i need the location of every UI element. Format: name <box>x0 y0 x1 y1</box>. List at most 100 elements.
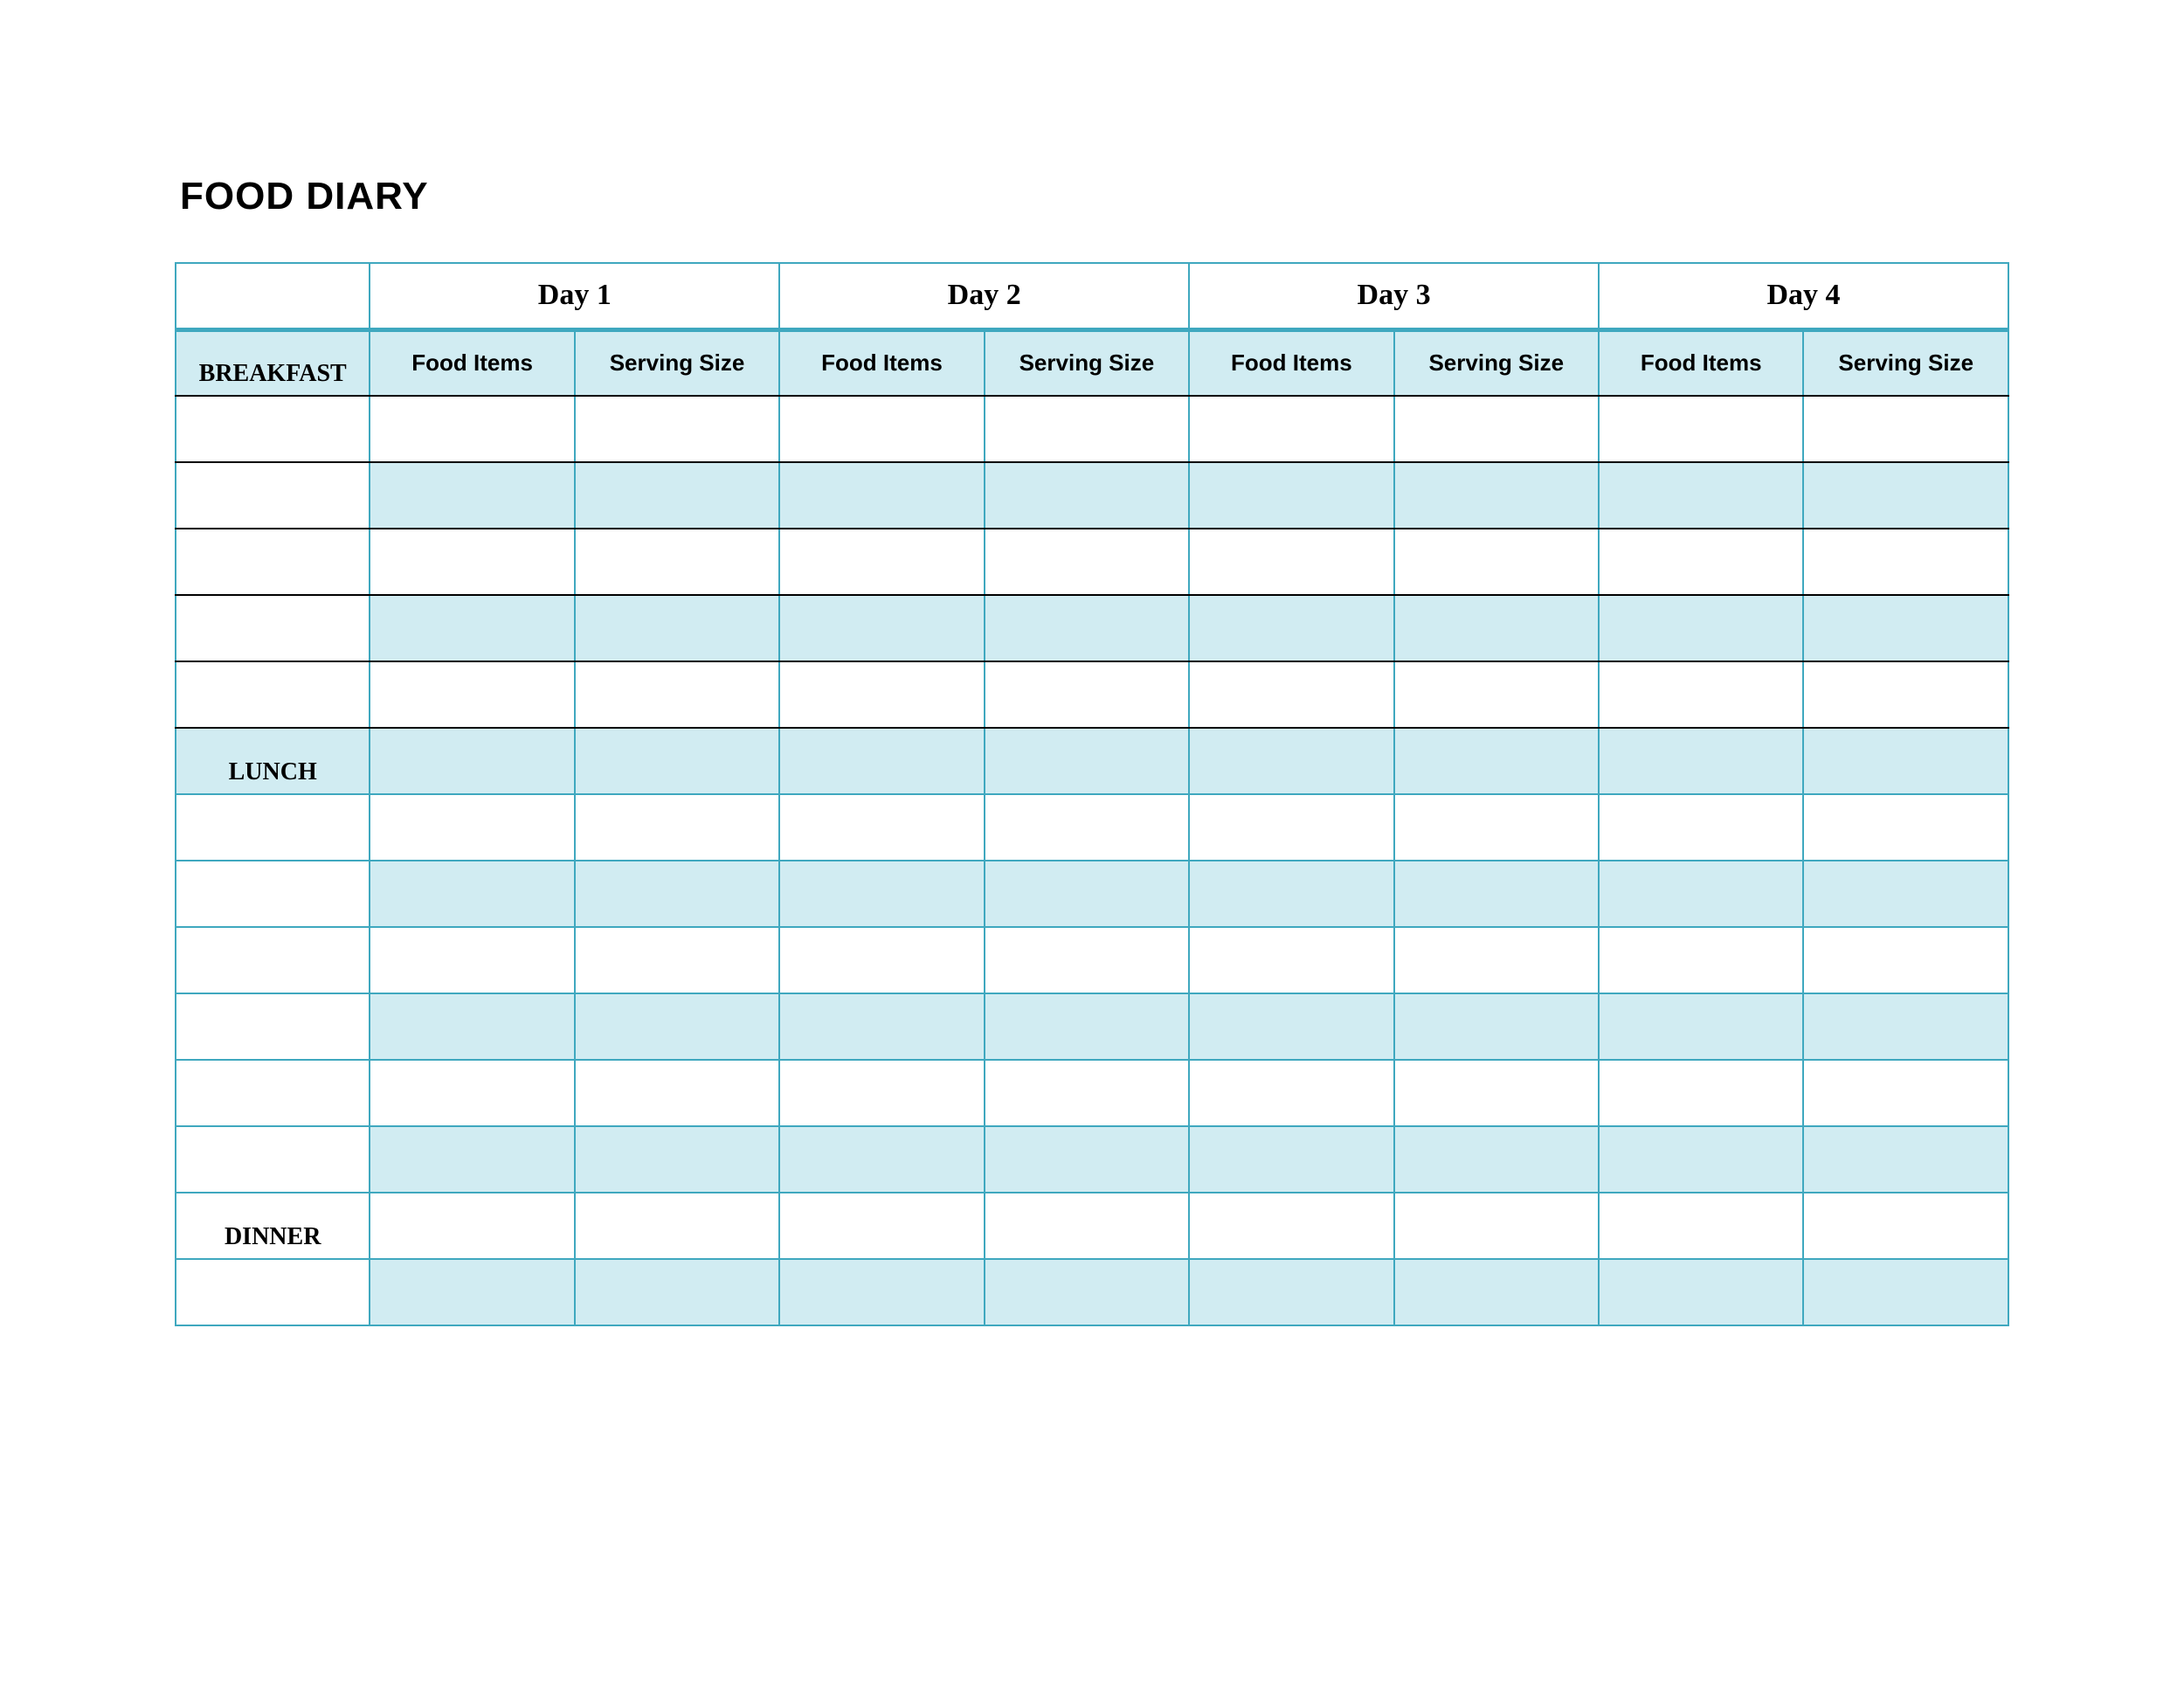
cell[interactable] <box>779 728 984 794</box>
cell[interactable] <box>1394 1193 1599 1259</box>
cell[interactable] <box>1599 794 1803 861</box>
cell[interactable] <box>779 927 984 993</box>
cell[interactable] <box>370 661 574 728</box>
cell[interactable] <box>1599 595 1803 661</box>
cell[interactable] <box>575 794 779 861</box>
cell[interactable] <box>575 1126 779 1193</box>
cell[interactable] <box>370 861 574 927</box>
cell[interactable] <box>1599 1060 1803 1126</box>
cell[interactable] <box>779 1259 984 1325</box>
cell[interactable] <box>985 728 1189 794</box>
cell[interactable] <box>1803 728 2008 794</box>
cell[interactable] <box>1599 861 1803 927</box>
cell[interactable] <box>1599 1126 1803 1193</box>
cell[interactable] <box>1599 927 1803 993</box>
cell[interactable] <box>1394 1060 1599 1126</box>
cell[interactable] <box>985 595 1189 661</box>
cell[interactable] <box>1599 462 1803 529</box>
cell[interactable] <box>985 661 1189 728</box>
cell[interactable] <box>575 1259 779 1325</box>
cell[interactable] <box>575 529 779 595</box>
cell[interactable] <box>575 462 779 529</box>
cell[interactable] <box>1189 529 1393 595</box>
cell[interactable] <box>1189 861 1393 927</box>
cell[interactable] <box>1394 1259 1599 1325</box>
cell[interactable] <box>1803 396 2008 462</box>
cell[interactable] <box>575 396 779 462</box>
cell[interactable] <box>370 927 574 993</box>
cell[interactable] <box>985 1126 1189 1193</box>
cell[interactable] <box>1394 794 1599 861</box>
cell[interactable] <box>575 661 779 728</box>
cell[interactable] <box>779 1193 984 1259</box>
cell[interactable] <box>1394 595 1599 661</box>
cell[interactable] <box>1394 728 1599 794</box>
cell[interactable] <box>1803 462 2008 529</box>
cell[interactable] <box>985 993 1189 1060</box>
cell[interactable] <box>1189 462 1393 529</box>
cell[interactable] <box>1394 529 1599 595</box>
cell[interactable] <box>370 595 574 661</box>
cell[interactable] <box>779 1060 984 1126</box>
cell[interactable] <box>1803 1259 2008 1325</box>
cell[interactable] <box>575 993 779 1060</box>
cell[interactable] <box>985 396 1189 462</box>
cell[interactable] <box>1599 529 1803 595</box>
cell[interactable] <box>1394 861 1599 927</box>
cell[interactable] <box>985 529 1189 595</box>
cell[interactable] <box>1803 1060 2008 1126</box>
cell[interactable] <box>779 661 984 728</box>
cell[interactable] <box>575 728 779 794</box>
cell[interactable] <box>1803 1126 2008 1193</box>
cell[interactable] <box>1803 993 2008 1060</box>
cell[interactable] <box>370 462 574 529</box>
cell[interactable] <box>1803 661 2008 728</box>
cell[interactable] <box>1189 661 1393 728</box>
cell[interactable] <box>985 861 1189 927</box>
cell[interactable] <box>985 1259 1189 1325</box>
cell[interactable] <box>985 1193 1189 1259</box>
cell[interactable] <box>1189 1126 1393 1193</box>
cell[interactable] <box>779 462 984 529</box>
cell[interactable] <box>1189 1060 1393 1126</box>
cell[interactable] <box>779 794 984 861</box>
cell[interactable] <box>779 861 984 927</box>
cell[interactable] <box>1394 462 1599 529</box>
cell[interactable] <box>1599 728 1803 794</box>
cell[interactable] <box>1599 396 1803 462</box>
cell[interactable] <box>1394 993 1599 1060</box>
cell[interactable] <box>370 993 574 1060</box>
cell[interactable] <box>1599 1193 1803 1259</box>
cell[interactable] <box>370 728 574 794</box>
cell[interactable] <box>575 595 779 661</box>
cell[interactable] <box>1189 927 1393 993</box>
cell[interactable] <box>985 927 1189 993</box>
cell[interactable] <box>1394 927 1599 993</box>
cell[interactable] <box>779 1126 984 1193</box>
cell[interactable] <box>1189 794 1393 861</box>
cell[interactable] <box>370 794 574 861</box>
cell[interactable] <box>1189 1259 1393 1325</box>
cell[interactable] <box>1803 1193 2008 1259</box>
cell[interactable] <box>1394 396 1599 462</box>
cell[interactable] <box>1189 1193 1393 1259</box>
cell[interactable] <box>370 1126 574 1193</box>
cell[interactable] <box>1189 728 1393 794</box>
cell[interactable] <box>1803 927 2008 993</box>
cell[interactable] <box>779 595 984 661</box>
cell[interactable] <box>1394 1126 1599 1193</box>
cell[interactable] <box>370 1259 574 1325</box>
cell[interactable] <box>985 794 1189 861</box>
cell[interactable] <box>575 1193 779 1259</box>
cell[interactable] <box>1803 794 2008 861</box>
cell[interactable] <box>370 396 574 462</box>
cell[interactable] <box>1599 661 1803 728</box>
cell[interactable] <box>779 396 984 462</box>
cell[interactable] <box>1189 396 1393 462</box>
cell[interactable] <box>575 1060 779 1126</box>
cell[interactable] <box>1803 595 2008 661</box>
cell[interactable] <box>1394 661 1599 728</box>
cell[interactable] <box>779 993 984 1060</box>
cell[interactable] <box>1189 595 1393 661</box>
cell[interactable] <box>575 927 779 993</box>
